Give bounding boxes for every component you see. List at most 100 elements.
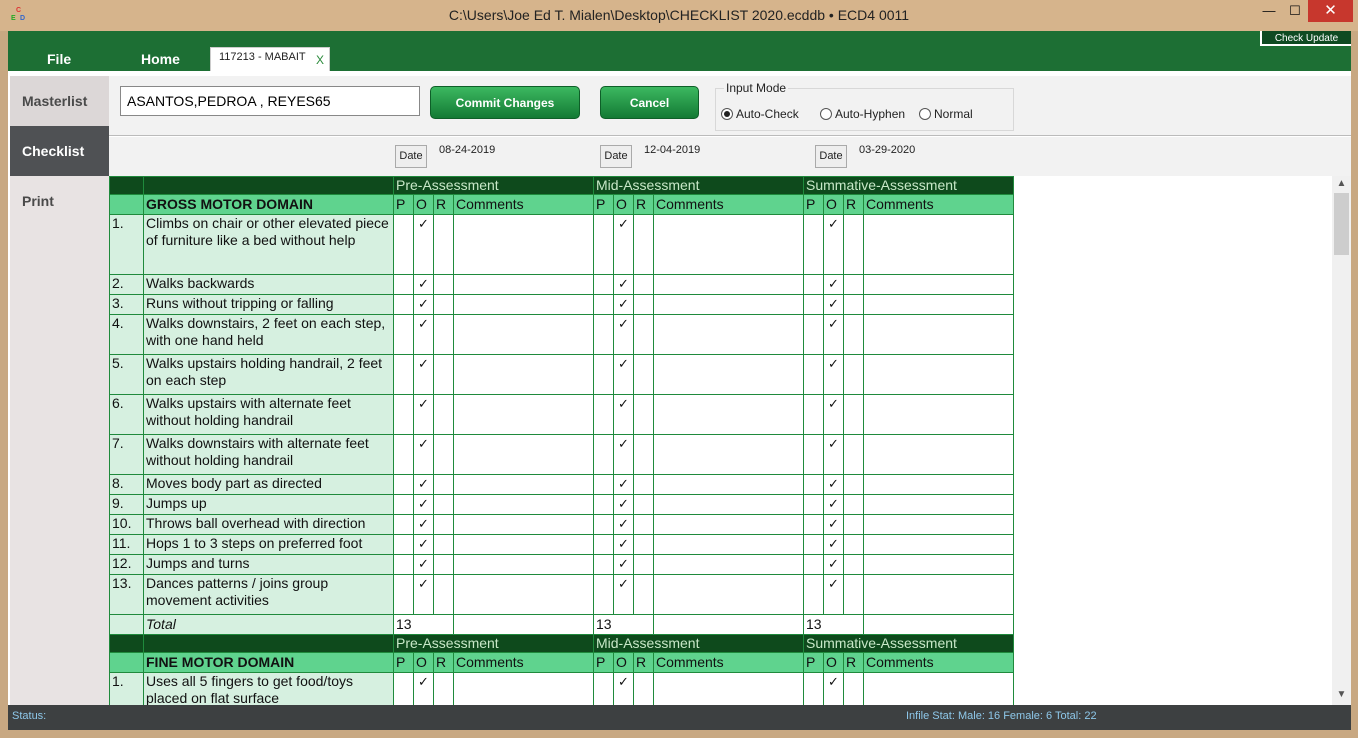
cell-o-check[interactable]: ✓ — [613, 354, 634, 395]
cell-p[interactable] — [803, 394, 824, 435]
cell-p[interactable] — [393, 672, 414, 705]
cell-p[interactable] — [393, 574, 414, 615]
cell-p[interactable] — [393, 214, 414, 275]
cell-o-check[interactable]: ✓ — [413, 534, 434, 555]
cell-r[interactable] — [633, 314, 654, 355]
cell-comments[interactable] — [453, 434, 594, 475]
commit-changes-button[interactable]: Commit Changes — [430, 86, 580, 119]
cell-r[interactable] — [843, 554, 864, 575]
cell-comments[interactable] — [653, 314, 804, 355]
cell-o-check[interactable]: ✓ — [613, 494, 634, 515]
date-button-summative[interactable]: Date — [815, 145, 847, 168]
cell-p[interactable] — [393, 554, 414, 575]
cell-comments[interactable] — [453, 214, 594, 275]
cell-o-check[interactable]: ✓ — [823, 514, 844, 535]
cell-p[interactable] — [803, 574, 824, 615]
cell-p[interactable] — [593, 354, 614, 395]
cell-p[interactable] — [393, 394, 414, 435]
cell-r[interactable] — [633, 394, 654, 435]
cell-o-check[interactable]: ✓ — [413, 274, 434, 295]
cell-r[interactable] — [843, 314, 864, 355]
cell-r[interactable] — [633, 354, 654, 395]
cell-p[interactable] — [593, 574, 614, 615]
cell-p[interactable] — [593, 394, 614, 435]
cell-r[interactable] — [433, 434, 454, 475]
cell-r[interactable] — [633, 554, 654, 575]
cell-p[interactable] — [393, 474, 414, 495]
cell-o-check[interactable]: ✓ — [823, 434, 844, 475]
cell-o-check[interactable]: ✓ — [613, 434, 634, 475]
close-tab-icon[interactable]: X — [316, 53, 324, 67]
cell-r[interactable] — [843, 434, 864, 475]
cell-o-check[interactable]: ✓ — [413, 494, 434, 515]
cell-comments[interactable] — [453, 574, 594, 615]
cell-o-check[interactable]: ✓ — [613, 514, 634, 535]
cell-comments[interactable] — [863, 434, 1014, 475]
cell-comments[interactable] — [863, 394, 1014, 435]
cell-o-check[interactable]: ✓ — [613, 314, 634, 355]
cell-r[interactable] — [843, 214, 864, 275]
cell-o-check[interactable]: ✓ — [413, 314, 434, 355]
cell-comments[interactable] — [653, 354, 804, 395]
radio-auto-check[interactable]: Auto-Check — [721, 107, 799, 121]
cell-p[interactable] — [393, 354, 414, 395]
cell-o-check[interactable]: ✓ — [413, 214, 434, 275]
cell-o-check[interactable]: ✓ — [823, 554, 844, 575]
cell-p[interactable] — [803, 274, 824, 295]
cell-r[interactable] — [433, 672, 454, 705]
cell-p[interactable] — [393, 314, 414, 355]
cell-r[interactable] — [843, 354, 864, 395]
cell-comments[interactable] — [653, 214, 804, 275]
cell-comments[interactable] — [453, 554, 594, 575]
cell-r[interactable] — [633, 494, 654, 515]
cell-p[interactable] — [393, 494, 414, 515]
cell-comments[interactable] — [863, 294, 1014, 315]
date-button-mid[interactable]: Date — [600, 145, 632, 168]
radio-normal[interactable]: Normal — [919, 107, 973, 121]
cell-p[interactable] — [593, 294, 614, 315]
cell-p[interactable] — [803, 294, 824, 315]
radio-auto-hyphen[interactable]: Auto-Hyphen — [820, 107, 905, 121]
cell-r[interactable] — [633, 574, 654, 615]
cell-comments[interactable] — [453, 672, 594, 705]
cell-o-check[interactable]: ✓ — [823, 494, 844, 515]
cell-r[interactable] — [843, 474, 864, 495]
cell-p[interactable] — [393, 434, 414, 475]
cell-comments[interactable] — [863, 672, 1014, 705]
cell-r[interactable] — [433, 214, 454, 275]
cell-comments[interactable] — [453, 534, 594, 555]
cell-comments[interactable] — [653, 394, 804, 435]
cell-r[interactable] — [843, 534, 864, 555]
cell-comments[interactable] — [653, 274, 804, 295]
cell-o-check[interactable]: ✓ — [823, 534, 844, 555]
cell-p[interactable] — [803, 554, 824, 575]
cell-comments[interactable] — [453, 494, 594, 515]
cell-o-check[interactable]: ✓ — [613, 534, 634, 555]
cell-r[interactable] — [433, 274, 454, 295]
cell-comments[interactable] — [863, 314, 1014, 355]
cell-r[interactable] — [433, 574, 454, 615]
cell-p[interactable] — [393, 534, 414, 555]
cell-p[interactable] — [593, 314, 614, 355]
cell-r[interactable] — [633, 294, 654, 315]
cell-o-check[interactable]: ✓ — [413, 294, 434, 315]
cell-r[interactable] — [633, 434, 654, 475]
cell-p[interactable] — [593, 214, 614, 275]
cell-r[interactable] — [843, 394, 864, 435]
cell-o-check[interactable]: ✓ — [613, 474, 634, 495]
cell-o-check[interactable]: ✓ — [413, 474, 434, 495]
cell-comments[interactable] — [653, 554, 804, 575]
cell-p[interactable] — [803, 672, 824, 705]
cell-o-check[interactable]: ✓ — [823, 294, 844, 315]
cell-p[interactable] — [803, 514, 824, 535]
cell-r[interactable] — [633, 672, 654, 705]
cell-r[interactable] — [843, 514, 864, 535]
cell-comments[interactable] — [453, 294, 594, 315]
cell-r[interactable] — [433, 534, 454, 555]
minimize-button[interactable]: — — [1255, 0, 1283, 22]
maximize-button[interactable]: ☐ — [1282, 0, 1308, 22]
cell-p[interactable] — [593, 474, 614, 495]
cell-comments[interactable] — [653, 514, 804, 535]
cell-comments[interactable] — [653, 574, 804, 615]
cell-comments[interactable] — [863, 514, 1014, 535]
